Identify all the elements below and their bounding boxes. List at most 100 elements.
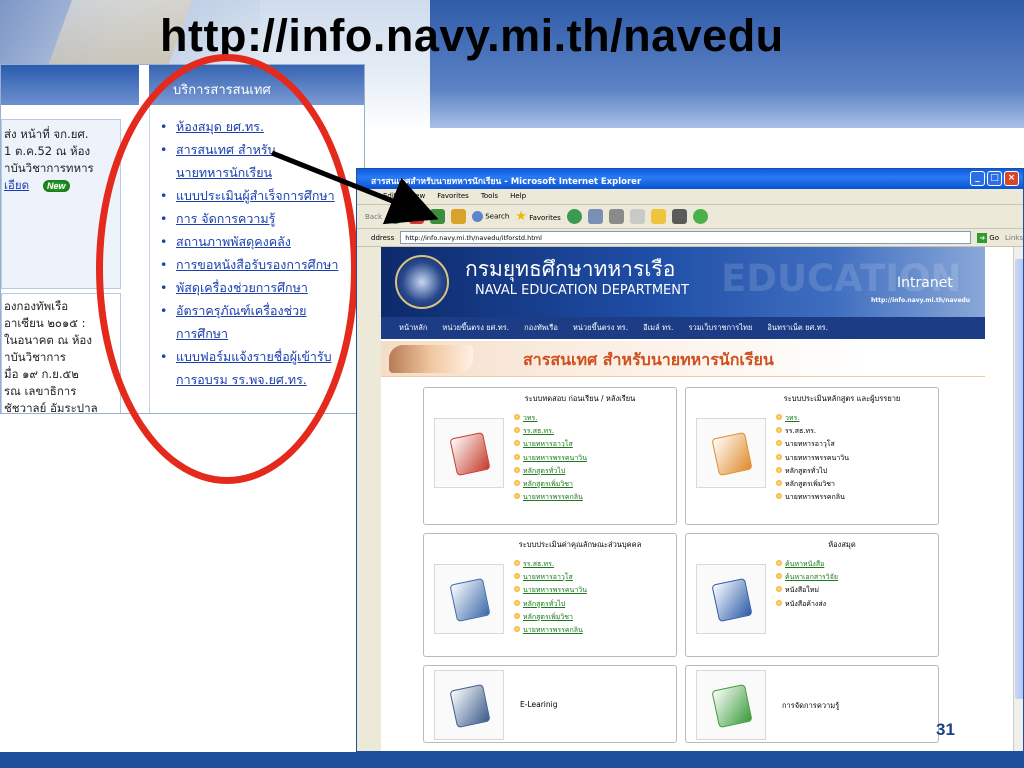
card-title: ระบบประเมินหลักสูตร และผู้บรรยาย — [783, 394, 901, 403]
news2-line: มื่อ ๑๙ ก.ย.๕๒ — [4, 367, 79, 381]
service-card: ระบบประเมินหลักสูตร และผู้บรรยายวทร. รร.ส… — [685, 387, 939, 525]
discuss-icon[interactable] — [671, 209, 687, 224]
card-link-list: รร.สธ.ทร. นายทหารอาวุโส นายทหารพรรคนาวิน หล… — [514, 558, 587, 637]
pen-checklist-icon[interactable] — [434, 564, 504, 634]
news-line: ส่ง หน้าที่ จก.ยศ. — [4, 127, 89, 141]
card-link: นายทหารพรรคนาวิน — [776, 452, 849, 465]
refresh-icon[interactable] — [430, 209, 445, 224]
menu-item[interactable]: Favorites — [437, 192, 469, 204]
go-button[interactable]: ➜ Go — [977, 232, 999, 243]
favorites-button[interactable]: ★ Favorites — [515, 209, 561, 224]
card-link[interactable]: นายทหารพรรคกลิน — [514, 491, 587, 504]
forward-icon[interactable] — [388, 209, 403, 224]
stop-icon[interactable] — [409, 209, 424, 224]
news-box-2: องกองทัพเรือ อาเซียน ๒๐๑๕ : ในอนาคต ณ ห้อง… — [1, 293, 121, 413]
service-link[interactable]: การ จัดการความรู้ — [160, 207, 364, 230]
site-nav-item[interactable]: หน้าหลัก — [399, 322, 427, 334]
browser-menu-bar: Edit View Favorites Tools Help — [357, 189, 1023, 205]
close-button[interactable]: × — [1004, 171, 1019, 186]
address-input[interactable]: http://info.navy.mi.th/navedu/itforstd.h… — [400, 231, 972, 244]
book-icon[interactable] — [696, 564, 766, 634]
card-link[interactable]: หลักสูตรทั่วไป — [514, 465, 587, 478]
menu-item[interactable]: View — [409, 192, 426, 204]
news2-line: องกองทัพเรือ — [4, 299, 69, 313]
banner-hand-image — [389, 345, 473, 373]
card-link[interactable]: นายทหารพรรคกลิน — [514, 624, 587, 637]
browser-title: สารสนเทศสำหรับนายทหารนักเรียน - Microsof… — [371, 177, 642, 187]
messenger-icon[interactable] — [692, 209, 708, 224]
menu-item[interactable]: Help — [510, 192, 526, 204]
service-link[interactable]: ห้องสมุด ยศ.ทร. — [160, 115, 364, 138]
card-link[interactable]: วทร. — [514, 412, 587, 425]
service-link[interactable]: แบบประเมินผู้สำเร็จการศึกษา — [160, 184, 364, 207]
service-link[interactable]: พัสดุเครื่องช่วยการศึกษา — [160, 276, 364, 299]
links-button[interactable]: Links — [1005, 234, 1023, 242]
favorites-label: Favorites — [529, 214, 561, 222]
vertical-scrollbar[interactable] — [1013, 247, 1023, 751]
card-link[interactable]: นายทหารอาวุโส — [514, 438, 587, 451]
site-nav-item[interactable]: กองทัพเรือ — [524, 322, 558, 334]
card-title: ระบบทดสอบ ก่อนเรียน / หลังเรียน — [524, 394, 636, 403]
menu-item[interactable]: Edit — [383, 192, 397, 204]
site-nav-item[interactable]: รวมเว็บราชการไทย — [688, 322, 752, 334]
history-icon[interactable] — [566, 209, 582, 224]
home-icon[interactable] — [451, 209, 466, 224]
card-link[interactable]: รร.สธ.ทร. — [514, 425, 587, 438]
card-link[interactable]: ค้นหาเอกสารวิจัย — [776, 571, 838, 584]
card-link[interactable]: รร.สธ.ทร. — [514, 558, 587, 571]
card-link-list: ค้นหาหนังสือ ค้นหาเอกสารวิจัย หนังสือใหม่ห… — [776, 558, 838, 611]
service-link[interactable]: สารสนเทศ สำหรับ — [160, 138, 364, 161]
service-card: ระบบทดสอบ ก่อนเรียน / หลังเรียนวทร. รร.สธ… — [423, 387, 677, 525]
back-button[interactable]: Back — [365, 213, 382, 221]
document-cycle-icon[interactable] — [696, 670, 766, 740]
site-nav-item[interactable]: หน่วยขึ้นตรง ทร. — [573, 322, 628, 334]
search-button[interactable]: Search — [472, 211, 509, 222]
card-link[interactable]: วทร. — [776, 412, 849, 425]
services-ul: ห้องสมุด ยศ.ทร.สารสนเทศ สำหรับนายทหารนัก… — [150, 105, 364, 391]
card-link[interactable]: หลักสูตรทั่วไป — [514, 598, 587, 611]
card-icon-glyph — [711, 431, 753, 477]
card-link[interactable]: ค้นหาหนังสือ — [776, 558, 838, 571]
page-viewport: EDUCATION กรมยุทธศึกษาทหารเรือ NAVAL EDU… — [381, 247, 1013, 751]
card-link[interactable]: นายทหารพรรคนาวิน — [514, 584, 587, 597]
card-title: ระบบประเมินค่าคุณลักษณะส่วนบุคคล — [518, 540, 642, 549]
card-link: นายทหารอาวุโส — [776, 438, 849, 451]
laptop-icon[interactable] — [434, 670, 504, 740]
form-edit-icon[interactable] — [696, 418, 766, 488]
mail-icon[interactable] — [587, 209, 603, 224]
service-link[interactable]: นายทหารนักเรียน — [160, 161, 364, 184]
site-title-english: NAVAL EDUCATION DEPARTMENT — [475, 283, 689, 298]
maximize-button[interactable]: □ — [987, 171, 1002, 186]
card-link: หนังสือใหม่ — [776, 584, 838, 597]
slide-title: http://info.navy.mi.th/navedu — [160, 10, 784, 61]
card-link[interactable]: หลักสูตรเพิ่มวิชา — [514, 478, 587, 491]
card-link[interactable]: นายทหารพรรคนาวิน — [514, 452, 587, 465]
service-link[interactable]: การศึกษา — [160, 322, 364, 345]
card-title[interactable]: E-Learinig — [520, 700, 557, 709]
card-link[interactable]: นายทหารอาวุโส — [514, 571, 587, 584]
folder-icon[interactable] — [650, 209, 666, 224]
card-link[interactable]: หลักสูตรเพิ่มวิชา — [514, 611, 587, 624]
service-link[interactable]: การขอหนังสือรับรองการศึกษา — [160, 253, 364, 276]
card-link: รร.สธ.ทร. — [776, 425, 849, 438]
site-nav-item[interactable]: อีเมล์ ทร. — [643, 322, 673, 334]
services-header: บริการสารสนเทศ — [149, 65, 364, 105]
service-link[interactable]: การอบรม รร.พจ.ยศ.ทร. — [160, 368, 364, 391]
scroll-thumb[interactable] — [1015, 259, 1023, 699]
service-link[interactable]: สถานภาพพัสดุคงคลัง — [160, 230, 364, 253]
card-icon-glyph — [449, 683, 491, 729]
minimize-button[interactable]: _ — [970, 171, 985, 186]
menu-item[interactable]: Tools — [481, 192, 498, 204]
card-title[interactable]: การจัดการความรู้ — [782, 700, 839, 712]
clipboard-check-icon[interactable] — [434, 418, 504, 488]
service-link[interactable]: แบบฟอร์มแจ้งรายชื่อผู้เข้ารับ — [160, 345, 364, 368]
site-nav-item[interactable]: หน่วยขึ้นตรง ยศ.ทร. — [442, 322, 509, 334]
news-more-link[interactable]: เอียด — [4, 178, 29, 192]
print-icon[interactable] — [608, 209, 624, 224]
service-link[interactable]: อัตราครุภัณฑ์เครื่องช่วย — [160, 299, 364, 322]
site-nav-item[interactable]: อินทราเน็ต ยศ.ทร. — [767, 322, 828, 334]
service-card: การจัดการความรู้ — [685, 665, 939, 743]
service-card: ระบบประเมินค่าคุณลักษณะส่วนบุคคลรร.สธ.ทร… — [423, 533, 677, 657]
edit-icon[interactable] — [629, 209, 645, 224]
card-link: หลักสูตรเพิ่มวิชา — [776, 478, 849, 491]
